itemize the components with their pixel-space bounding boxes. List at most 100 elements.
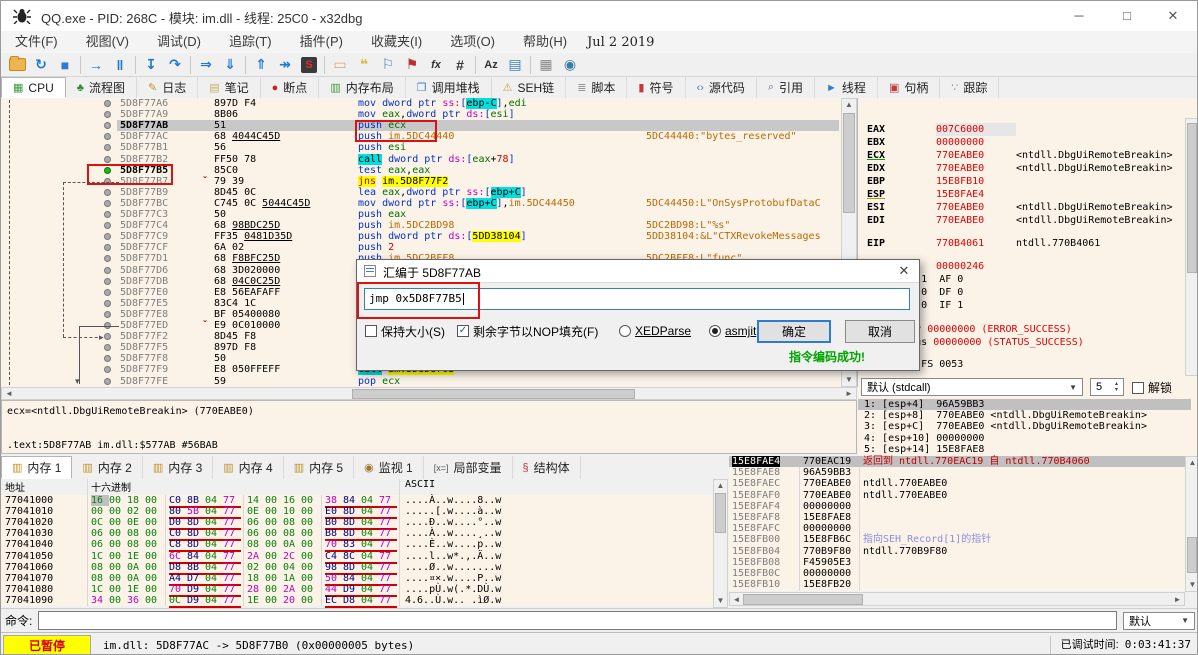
disasm-row[interactable]: 5D8F77C3 50 push eax bbox=[1, 209, 857, 220]
comments-icon[interactable]: ❝ bbox=[352, 54, 376, 76]
row-dot-icon[interactable] bbox=[104, 155, 111, 163]
tab-内存布局[interactable]: ▥ 内存布局 bbox=[319, 77, 406, 98]
tab-内存 2[interactable]: ▥ 内存 2 bbox=[72, 456, 143, 479]
globe-icon[interactable]: ◉ bbox=[558, 54, 582, 76]
register-row[interactable]: ECX 770EABE0 <ntdll.DbgUiRemoteBreakin> bbox=[867, 149, 1173, 162]
pause-icon[interactable]: ‖ bbox=[108, 54, 132, 76]
calling-convention-select[interactable]: 默认 (stdcall) ▼ bbox=[861, 378, 1083, 396]
stack-row[interactable]: 15E8FB00 15E8FB6C 指向SEH_Record[1]的指针 bbox=[729, 534, 1185, 545]
tab-符号[interactable]: ▮ 符号 bbox=[627, 77, 686, 98]
xedparse-radio[interactable]: XEDParse bbox=[619, 322, 691, 340]
row-dot-icon[interactable] bbox=[104, 244, 111, 252]
stack-row[interactable]: 15E8FAFC 00000000 bbox=[729, 523, 1185, 534]
row-dot-icon[interactable] bbox=[104, 100, 111, 107]
execute-till-return-icon[interactable]: ⇑ bbox=[249, 54, 273, 76]
az-icon[interactable]: Az bbox=[479, 54, 503, 76]
argument-row[interactable]: 2: [esp+8] 770EABE0 <ntdll.DbgUiRemoteBr… bbox=[858, 410, 1191, 421]
dump-row[interactable]: 77041050 1C 00 1E 00 6C 84 04 77 2A 00 2C 00 C4 8C 04 77… bbox=[1, 551, 713, 564]
tab-流程图[interactable]: ♣ 流程图 bbox=[66, 77, 137, 98]
dump-row[interactable]: 77041040 06 00 08 00 C8 8D 04 77 08 00 0A 00 70 83 04 77… bbox=[1, 539, 713, 553]
dump-v-scrollbar[interactable]: ▲ ▼ bbox=[713, 479, 728, 608]
row-dot-icon[interactable] bbox=[104, 355, 111, 363]
tab-引用[interactable]: ⌕ 引用 bbox=[757, 77, 816, 98]
row-dot-icon[interactable] bbox=[104, 299, 111, 307]
tab-脚本[interactable]: ≣ 脚本 bbox=[566, 77, 628, 98]
register-row[interactable]: ESP 15E8FAE4 bbox=[867, 188, 1016, 201]
dump-row[interactable]: 77041060 08 00 0A 00 D8 8B 04 77 02 00 04 00 98 8D 04 77… bbox=[1, 562, 713, 575]
nop-fill-checkbox[interactable]: ✓ 剩余字节以NOP填充(F) bbox=[457, 322, 598, 340]
menu-item-调试(D)[interactable]: 调试(D) bbox=[143, 31, 215, 53]
stack-v-scrollbar[interactable]: ▲ ▼ bbox=[1185, 456, 1197, 592]
arg-count-stepper[interactable]: 5 ▴ ▾ bbox=[1090, 378, 1124, 396]
handheld-icon[interactable]: ▤ bbox=[503, 54, 527, 76]
run-to-user-code-icon[interactable]: ↠ bbox=[273, 54, 297, 76]
register-row-eip[interactable]: EIP 770B4061 ntdll.770B4061 bbox=[867, 237, 1100, 250]
tab-局部变量[interactable]: [x=] 局部变量 bbox=[424, 456, 513, 479]
stack-row[interactable]: 15E8FAF0 770EABE0 ntdll.770EABE0 bbox=[729, 490, 1185, 501]
disasm-row[interactable]: 5D8F77B9 8D45 0C lea eax,dword ptr ss:[ebp… bbox=[1, 186, 857, 198]
tab-监视 1[interactable]: ◉ 监视 1 bbox=[354, 456, 424, 479]
row-dot-icon[interactable] bbox=[104, 255, 111, 263]
stack-row[interactable]: 15E8FB0C 00000000 bbox=[729, 568, 1185, 579]
row-dot-icon[interactable] bbox=[104, 222, 111, 230]
argument-row[interactable]: 1: [esp+4] 96A59BB3 bbox=[858, 399, 1191, 411]
disasm-row[interactable]: 5D8F77C4 68 98BDC25D push im.5DC2BD98 5DC2B… bbox=[1, 220, 857, 231]
menu-item-文件(F)[interactable]: 文件(F) bbox=[1, 31, 72, 53]
functions-icon[interactable]: fx bbox=[424, 54, 448, 76]
tab-跟踪[interactable]: ∵ 跟踪 bbox=[940, 77, 1000, 98]
bookmarks-icon[interactable]: ⚑ bbox=[400, 54, 424, 76]
tab-笔记[interactable]: ▤ 笔记 bbox=[198, 77, 261, 98]
step-over-icon[interactable]: ↷ bbox=[163, 54, 187, 76]
stack-view[interactable]: 15E8FAE4 770EAC19 返回到 ntdll.770EAC19 自 ntd… bbox=[729, 456, 1185, 591]
disasm-row[interactable]: 5D8F77A6 897D F4 mov dword ptr ss:[ebp-C],… bbox=[1, 98, 857, 109]
tab-句柄[interactable]: ▣ 句柄 bbox=[878, 77, 941, 98]
maximize-button[interactable]: □ bbox=[1107, 5, 1147, 27]
stack-row[interactable]: 15E8FB08 F45905E3 bbox=[729, 557, 1185, 568]
menu-item-收藏夹(I)[interactable]: 收藏夹(I) bbox=[357, 31, 436, 53]
argument-row[interactable]: 5: [esp+14] 15E8FAE8 bbox=[858, 444, 1191, 455]
dump-row[interactable]: 77041070 08 00 0A 00 A4 D7 04 77 18 00 1A 00 50 84 04 77… bbox=[1, 573, 713, 586]
stack-row[interactable]: 15E8FB04 770B9F80 ntdll.770B9F80 bbox=[729, 546, 1185, 557]
tab-断点[interactable]: ● 断点 bbox=[261, 77, 320, 98]
row-dot-icon[interactable] bbox=[104, 188, 111, 196]
stack-row[interactable]: 15E8FAF8 15E8FAE8 bbox=[729, 512, 1185, 523]
asmjit-radio[interactable]: asmjit bbox=[709, 322, 756, 340]
labels-icon[interactable]: ⚐ bbox=[376, 54, 400, 76]
stack-h-scrollbar[interactable]: ◄ ► bbox=[729, 592, 1185, 606]
row-dot-icon[interactable] bbox=[104, 111, 111, 119]
tab-日志[interactable]: ✎ 日志 bbox=[137, 77, 199, 98]
row-dot-icon[interactable] bbox=[104, 377, 111, 385]
row-dot-icon[interactable] bbox=[104, 366, 111, 374]
row-dot-icon[interactable] bbox=[104, 211, 111, 218]
patches-icon[interactable]: ▭ bbox=[328, 54, 352, 76]
script-badge-icon[interactable]: S bbox=[297, 54, 321, 76]
dump-row[interactable]: 77041090 34 00 36 00 0C D9 04 77 1E 00 20 00 EC D8 04 77… bbox=[1, 595, 713, 608]
tab-调用堆栈[interactable]: ❐ 调用堆栈 bbox=[406, 77, 492, 98]
disasm-row[interactable]: 5D8F77BC C745 0C 5044C45D mov dword ptr ss… bbox=[1, 197, 857, 209]
register-row[interactable]: ESI 770EABE0 <ntdll.DbgUiRemoteBreakin> bbox=[867, 201, 1173, 214]
row-dot-icon[interactable] bbox=[104, 288, 111, 296]
disasm-row[interactable]: 5D8F77CF 6A 02 push 2 bbox=[1, 242, 857, 253]
register-row[interactable]: EBP 15E8FB10 bbox=[867, 175, 1016, 188]
disasm-row[interactable]: 5D8F77B1 56 push esi bbox=[1, 142, 857, 153]
disasm-row[interactable]: 5D8F77FE 59 pop ecx bbox=[1, 376, 857, 387]
tab-结构体[interactable]: § 结构体 bbox=[513, 456, 581, 479]
stack-row[interactable]: 15E8FAEC 770EABE0 ntdll.770EABE0 bbox=[729, 478, 1185, 489]
command-input[interactable] bbox=[38, 611, 1117, 630]
tab-CPU[interactable]: ▦ CPU bbox=[1, 77, 66, 98]
dump-row[interactable]: 77041080 1C 00 1E 00 70 D9 04 77 28 00 2A 00 44 D9 04 77… bbox=[1, 584, 713, 597]
row-dot-icon[interactable] bbox=[104, 277, 111, 285]
row-dot-icon[interactable] bbox=[104, 144, 111, 152]
argument-row[interactable]: 3: [esp+C] 770EABE0 <ntdll.DbgUiRemoteBr… bbox=[858, 421, 1191, 432]
tab-源代码[interactable]: ‹› 源代码 bbox=[686, 77, 757, 98]
tab-内存 1[interactable]: ▥ 内存 1 bbox=[1, 456, 73, 479]
menu-item-追踪(T)[interactable]: 追踪(T) bbox=[215, 31, 286, 53]
calculator-icon[interactable]: ▦ bbox=[534, 54, 558, 76]
row-dot-icon[interactable] bbox=[104, 310, 111, 318]
register-row[interactable]: EDX 770EABE0 <ntdll.DbgUiRemoteBreakin> bbox=[867, 162, 1173, 175]
disasm-row[interactable]: 5D8F77C9 FF35 0481D35D push dword ptr ds:[… bbox=[1, 231, 857, 243]
stack-row[interactable]: 15E8FAF4 00000000 bbox=[729, 501, 1185, 512]
minimize-button[interactable]: ─ bbox=[1059, 5, 1099, 27]
open-file-icon[interactable] bbox=[5, 54, 29, 76]
ok-button[interactable]: 确定 bbox=[757, 320, 831, 343]
